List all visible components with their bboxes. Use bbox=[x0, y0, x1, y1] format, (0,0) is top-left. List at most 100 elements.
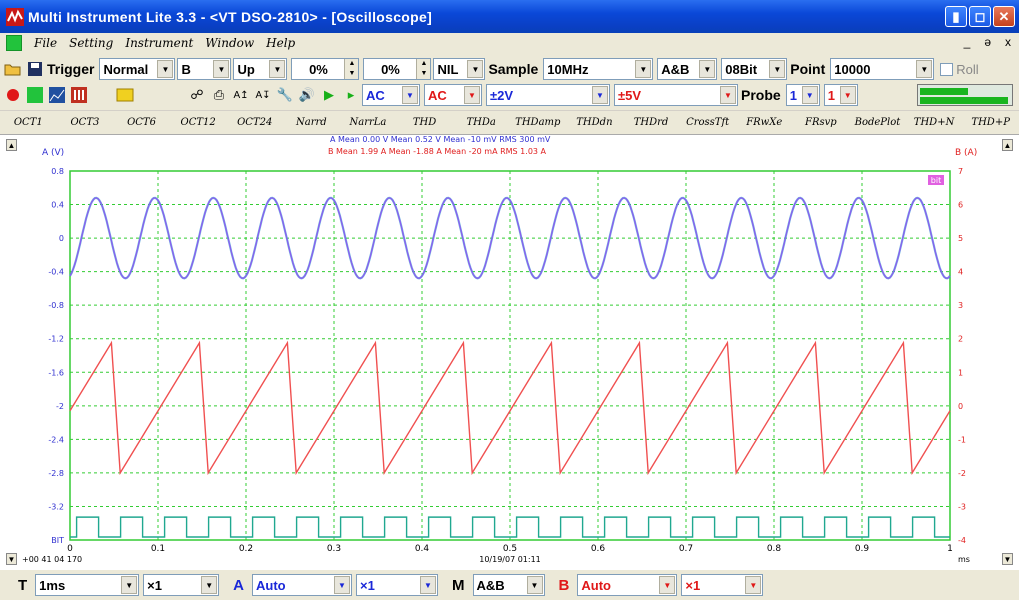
channel-b-multiplier-select[interactable]: ×1 ▼ bbox=[681, 574, 764, 596]
channel-b-coupling-value: AC bbox=[428, 87, 447, 103]
channel-a-multiplier-select[interactable]: ×1 ▼ bbox=[356, 574, 439, 596]
function-button-oct3[interactable]: OCT3 bbox=[57, 117, 114, 128]
title-bar: Multi Instrument Lite 3.3 - <VT DSO-2810… bbox=[0, 0, 1019, 33]
menu-window[interactable]: Window bbox=[205, 36, 254, 50]
mdi-minimize-button[interactable]: _ bbox=[964, 35, 971, 49]
x-unit-label: ms bbox=[958, 555, 970, 564]
spin-arrows-icon[interactable]: ▲ ▼ bbox=[416, 59, 431, 79]
marker-label: bit bbox=[931, 176, 941, 185]
function-button-thd-p[interactable]: THD+P bbox=[962, 117, 1019, 128]
meter-icon[interactable] bbox=[70, 86, 88, 104]
function-button-narrla[interactable]: NarrLa bbox=[340, 117, 397, 128]
x-tick-label: 0.6 bbox=[591, 544, 606, 554]
right-tick-label: -2 bbox=[958, 469, 966, 478]
speaker-icon[interactable]: 🔊 bbox=[298, 86, 316, 104]
trigger-mode-value: Normal bbox=[103, 61, 149, 77]
left-tick-label: -2.4 bbox=[48, 435, 64, 444]
scroll-down-right-button[interactable]: ▼ bbox=[1002, 553, 1013, 565]
left-tick-label: 0 bbox=[59, 234, 64, 243]
oscilloscope-icon[interactable] bbox=[26, 86, 44, 104]
text-a-icon[interactable]: A↥ bbox=[232, 86, 250, 104]
trigger-pretrigger-spinner[interactable]: 0% ▲ ▼ bbox=[363, 58, 432, 80]
x-tick-label: 0.5 bbox=[503, 544, 517, 554]
channel-a-range-select[interactable]: ±2V ▼ bbox=[486, 84, 610, 106]
menu-setting[interactable]: Setting bbox=[69, 36, 113, 50]
level-bar-a bbox=[920, 88, 968, 95]
math-select[interactable]: A&B ▼ bbox=[472, 574, 545, 596]
right-tick-label: 1 bbox=[958, 368, 963, 377]
function-button-thddn[interactable]: THDdn bbox=[566, 117, 623, 128]
channel-a-coupling-select[interactable]: AC ▼ bbox=[362, 84, 420, 106]
function-button-oct12[interactable]: OCT12 bbox=[170, 117, 227, 128]
trigger-mode-select[interactable]: Normal ▼ bbox=[99, 58, 176, 80]
channel-b-scale-select[interactable]: Auto ▼ bbox=[577, 574, 678, 596]
stats-line-b: B Mean 1.99 A Mean -1.88 A Mean -20 mA R… bbox=[328, 147, 547, 156]
printer-icon[interactable]: ⎙ bbox=[210, 86, 228, 104]
channel-b-coupling-select[interactable]: AC ▼ bbox=[424, 84, 482, 106]
mdi-restore-button[interactable]: ə bbox=[984, 35, 991, 49]
function-button-bodeplot[interactable]: BodePlot bbox=[849, 117, 906, 128]
function-button-crosstft[interactable]: CrossTft bbox=[679, 117, 736, 128]
close-button[interactable]: ✕ bbox=[993, 6, 1015, 27]
channel-a-scale-select[interactable]: Auto ▼ bbox=[252, 574, 353, 596]
sample-rate-select[interactable]: 10MHz ▼ bbox=[543, 58, 654, 80]
channel-toolbar: ☍ ⎙ A↥ A↧ 🔧 🔊 ▶ ▸ AC ▼ AC ▼ ±2V ▼ ±5V ▼ … bbox=[0, 82, 1019, 108]
maximize-button[interactable]: ◻ bbox=[969, 6, 991, 27]
play-icon[interactable]: ▶ bbox=[320, 86, 338, 104]
bit-depth-select[interactable]: 08Bit ▼ bbox=[721, 58, 788, 80]
step-icon[interactable]: ▸ bbox=[342, 86, 360, 104]
mdi-close-button[interactable]: x bbox=[1005, 35, 1011, 49]
trigger-slope-select[interactable]: Up ▼ bbox=[233, 58, 288, 80]
function-button-frsvp[interactable]: FRsvp bbox=[793, 117, 850, 128]
channel-b-range-select[interactable]: ±5V ▼ bbox=[614, 84, 738, 106]
nil-value: NIL bbox=[437, 61, 459, 77]
function-button-oct24[interactable]: OCT24 bbox=[226, 117, 283, 128]
function-button-oct6[interactable]: OCT6 bbox=[113, 117, 170, 128]
pretrigger-value: 0% bbox=[381, 61, 400, 77]
save-icon[interactable] bbox=[26, 60, 44, 78]
timebase-select[interactable]: 1ms ▼ bbox=[35, 574, 140, 596]
trigger-level-spinner[interactable]: 0% ▲ ▼ bbox=[291, 58, 360, 80]
function-button-thdamp[interactable]: THDamp bbox=[509, 117, 566, 128]
open-folder-icon[interactable] bbox=[4, 60, 22, 78]
document-icon[interactable] bbox=[6, 35, 22, 51]
menu-bar: File Setting Instrument Window Help _ ə … bbox=[0, 33, 1019, 53]
time-multiplier-select[interactable]: ×1 ▼ bbox=[143, 574, 220, 596]
function-button-thda[interactable]: THDa bbox=[453, 117, 510, 128]
spin-arrows-icon[interactable]: ▲ ▼ bbox=[344, 59, 359, 79]
probe-a-value: 1 bbox=[789, 87, 797, 103]
function-button-oct1[interactable]: OCT1 bbox=[0, 117, 57, 128]
generator-icon[interactable] bbox=[116, 86, 134, 104]
right-tick-label: 3 bbox=[958, 301, 963, 310]
function-button-thd[interactable]: THD bbox=[396, 117, 453, 128]
nil-select[interactable]: NIL ▼ bbox=[433, 58, 486, 80]
menu-instrument[interactable]: Instrument bbox=[125, 36, 193, 50]
left-tick-label: 0.4 bbox=[51, 201, 64, 210]
chevron-down-icon: ▼ bbox=[121, 576, 138, 594]
function-button-narrd[interactable]: Narrd bbox=[283, 117, 340, 128]
probe-b-select[interactable]: 1 ▼ bbox=[823, 84, 858, 106]
text-b-icon[interactable]: A↧ bbox=[254, 86, 272, 104]
menu-file[interactable]: File bbox=[34, 36, 57, 50]
probe-b-value: 1 bbox=[827, 87, 835, 103]
scroll-up-left-button[interactable]: ▲ bbox=[6, 139, 17, 151]
chevron-down-icon: ▼ bbox=[769, 60, 786, 78]
minimize-button[interactable]: ▮ bbox=[945, 6, 967, 27]
function-button-thdrd[interactable]: THDrd bbox=[623, 117, 680, 128]
left-tick-label: -0.4 bbox=[48, 268, 64, 277]
function-button-frwxe[interactable]: FRwXe bbox=[736, 117, 793, 128]
function-button-thd-n[interactable]: THD+N bbox=[906, 117, 963, 128]
cursor-icon[interactable]: ☍ bbox=[188, 86, 206, 104]
roll-checkbox[interactable] bbox=[940, 62, 954, 76]
wrench-icon[interactable]: 🔧 bbox=[276, 86, 294, 104]
spectrum-icon[interactable] bbox=[48, 86, 66, 104]
scroll-down-left-button[interactable]: ▼ bbox=[6, 553, 17, 565]
trigger-source-select[interactable]: B ▼ bbox=[177, 58, 232, 80]
menu-help[interactable]: Help bbox=[266, 36, 295, 50]
record-icon[interactable] bbox=[4, 86, 22, 104]
oscilloscope-plot[interactable]: A (V) B (A) A Mean 0.00 V Mean 0.52 V Mean… bbox=[0, 135, 1019, 571]
channel-select[interactable]: A&B ▼ bbox=[657, 58, 718, 80]
scroll-up-right-button[interactable]: ▲ bbox=[1002, 139, 1013, 151]
probe-a-select[interactable]: 1 ▼ bbox=[785, 84, 820, 106]
points-select[interactable]: 10000 ▼ bbox=[830, 58, 935, 80]
